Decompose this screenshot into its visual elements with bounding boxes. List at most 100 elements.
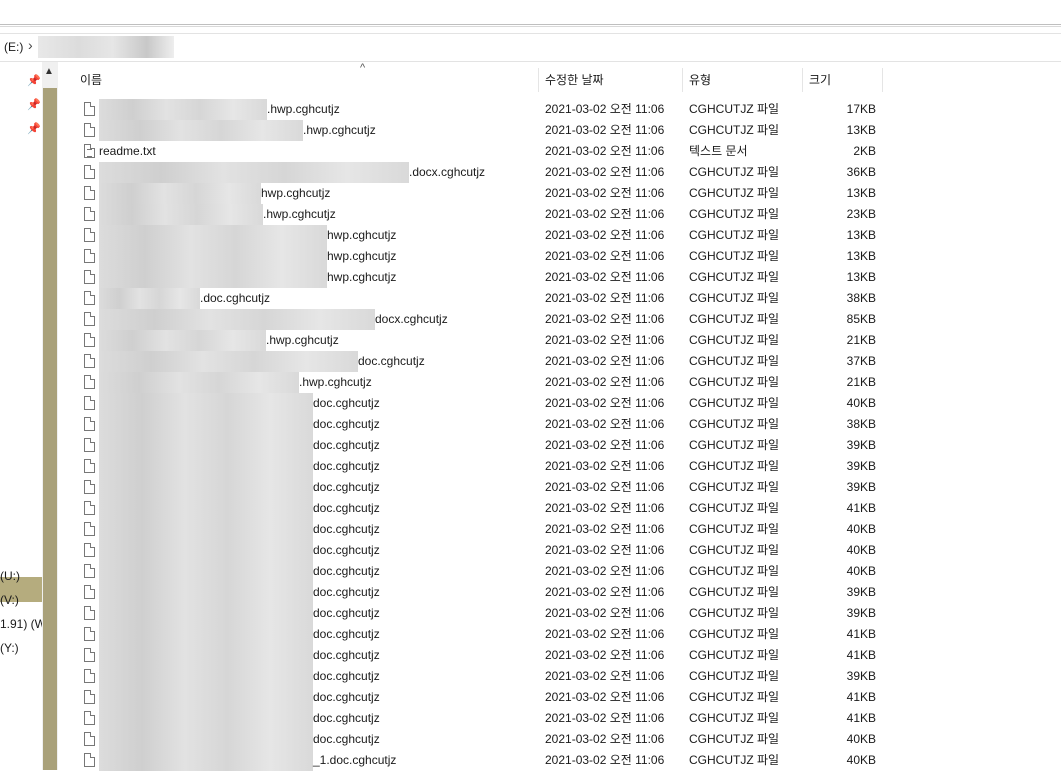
file-name[interactable]: doc.cghcutjz	[313, 645, 380, 666]
file-row[interactable]: doc.cghcutjz 2021-03-02 오전 11:06 CGHCUTJZ …	[0, 498, 1061, 519]
file-row[interactable]: hwp.cghcutjz 2021-03-02 오전 11:06 CGHCUTJZ …	[0, 267, 1061, 288]
file-name[interactable]: .docx.cghcutjz	[409, 162, 485, 183]
file-name[interactable]: docx.cghcutjz	[375, 309, 448, 330]
file-icon	[84, 375, 95, 389]
file-name[interactable]: doc.cghcutjz	[313, 582, 380, 603]
file-modified-date: 2021-03-02 오전 11:06	[545, 417, 665, 431]
file-row[interactable]: _1.doc.cghcutjz 2021-03-02 오전 11:06 CGHCUT…	[0, 750, 1061, 771]
file-modified-date: 2021-03-02 오전 11:06	[545, 249, 665, 263]
sort-ascending-icon: ^	[360, 62, 366, 74]
file-row[interactable]: doc.cghcutjz 2021-03-02 오전 11:06 CGHCUTJZ …	[0, 435, 1061, 456]
file-type: CGHCUTJZ 파일	[689, 228, 780, 242]
column-header-size[interactable]: 크기	[809, 66, 831, 94]
scroll-up-icon[interactable]: ▲	[44, 66, 54, 77]
file-name[interactable]: doc.cghcutjz	[313, 540, 380, 561]
file-name[interactable]: doc.cghcutjz	[313, 729, 380, 750]
file-name[interactable]: doc.cghcutjz	[313, 435, 380, 456]
column-header-type[interactable]: 유형	[689, 66, 711, 94]
file-name[interactable]: .hwp.cghcutjz	[303, 120, 376, 141]
column-header-name[interactable]: 이름	[80, 66, 102, 94]
file-row[interactable]: doc.cghcutjz 2021-03-02 오전 11:06 CGHCUTJZ …	[0, 666, 1061, 687]
file-row[interactable]: doc.cghcutjz 2021-03-02 오전 11:06 CGHCUTJZ …	[0, 477, 1061, 498]
column-divider[interactable]	[682, 68, 683, 92]
file-name[interactable]: .hwp.cghcutjz	[266, 330, 339, 351]
file-name[interactable]: doc.cghcutjz	[313, 498, 380, 519]
file-name[interactable]: doc.cghcutjz	[313, 666, 380, 687]
file-row[interactable]: doc.cghcutjz 2021-03-02 오전 11:06 CGHCUTJZ …	[0, 519, 1061, 540]
column-divider[interactable]	[802, 68, 803, 92]
file-row[interactable]: doc.cghcutjz 2021-03-02 오전 11:06 CGHCUTJZ …	[0, 582, 1061, 603]
file-icon	[84, 711, 95, 725]
text-file-icon	[84, 144, 95, 158]
file-name[interactable]: hwp.cghcutjz	[327, 267, 396, 288]
file-name[interactable]: doc.cghcutjz	[313, 414, 380, 435]
file-name[interactable]: doc.cghcutjz	[358, 351, 425, 372]
file-row[interactable]: doc.cghcutjz 2021-03-02 오전 11:06 CGHCUTJZ …	[0, 393, 1061, 414]
file-name[interactable]: hwp.cghcutjz	[261, 183, 330, 204]
file-name[interactable]: _1.doc.cghcutjz	[313, 750, 396, 771]
file-row[interactable]: doc.cghcutjz 2021-03-02 오전 11:06 CGHCUTJZ …	[0, 708, 1061, 729]
file-row[interactable]: doc.cghcutjz 2021-03-02 오전 11:06 CGHCUTJZ …	[0, 540, 1061, 561]
file-icon	[84, 522, 95, 536]
file-name[interactable]: hwp.cghcutjz	[327, 225, 396, 246]
chevron-right-icon[interactable]: ›	[28, 37, 33, 53]
file-modified-date: 2021-03-02 오전 11:06	[545, 228, 665, 242]
address-drive[interactable]: (E:)	[4, 40, 23, 54]
file-row[interactable]: doc.cghcutjz 2021-03-02 오전 11:06 CGHCUTJZ …	[0, 645, 1061, 666]
file-row[interactable]: .hwp.cghcutjz 2021-03-02 오전 11:06 CGHCUTJZ…	[0, 99, 1061, 120]
file-name[interactable]: doc.cghcutjz	[313, 477, 380, 498]
file-row[interactable]: doc.cghcutjz 2021-03-02 오전 11:06 CGHCUTJZ …	[0, 456, 1061, 477]
column-header-modified[interactable]: 수정한 날짜	[545, 66, 604, 94]
column-divider[interactable]	[538, 68, 539, 92]
file-row[interactable]: .hwp.cghcutjz 2021-03-02 오전 11:06 CGHCUTJZ…	[0, 330, 1061, 351]
file-icon	[84, 333, 95, 347]
file-name[interactable]: readme.txt	[99, 141, 156, 162]
file-row[interactable]: .docx.cghcutjz 2021-03-02 오전 11:06 CGHCUTJ…	[0, 162, 1061, 183]
file-row[interactable]: .doc.cghcutjz 2021-03-02 오전 11:06 CGHCUTJZ…	[0, 288, 1061, 309]
file-row[interactable]: .hwp.cghcutjz 2021-03-02 오전 11:06 CGHCUTJZ…	[0, 204, 1061, 225]
file-name[interactable]: .hwp.cghcutjz	[299, 372, 372, 393]
file-size: 23KB	[846, 207, 876, 221]
file-name[interactable]: doc.cghcutjz	[313, 456, 380, 477]
address-path-redacted	[38, 36, 174, 58]
file-row[interactable]: hwp.cghcutjz 2021-03-02 오전 11:06 CGHCUTJZ …	[0, 246, 1061, 267]
file-icon	[84, 417, 95, 431]
file-type: CGHCUTJZ 파일	[689, 354, 780, 368]
file-row[interactable]: docx.cghcutjz 2021-03-02 오전 11:06 CGHCUTJZ…	[0, 309, 1061, 330]
file-name[interactable]: doc.cghcutjz	[313, 708, 380, 729]
file-row[interactable]: .hwp.cghcutjz 2021-03-02 오전 11:06 CGHCUTJZ…	[0, 372, 1061, 393]
file-size: 38KB	[846, 291, 876, 305]
file-name[interactable]: doc.cghcutjz	[313, 519, 380, 540]
file-row[interactable]: doc.cghcutjz 2021-03-02 오전 11:06 CGHCUTJZ …	[0, 624, 1061, 645]
file-name[interactable]: .doc.cghcutjz	[200, 288, 270, 309]
file-name-redacted	[99, 99, 267, 120]
file-name[interactable]: doc.cghcutjz	[313, 561, 380, 582]
file-row[interactable]: doc.cghcutjz 2021-03-02 오전 11:06 CGHCUTJZ …	[0, 603, 1061, 624]
file-row[interactable]: doc.cghcutjz 2021-03-02 오전 11:06 CGHCUTJZ …	[0, 414, 1061, 435]
file-row[interactable]: hwp.cghcutjz 2021-03-02 오전 11:06 CGHCUTJZ …	[0, 183, 1061, 204]
file-name[interactable]: doc.cghcutjz	[313, 687, 380, 708]
file-name[interactable]: .hwp.cghcutjz	[267, 99, 340, 120]
file-type: CGHCUTJZ 파일	[689, 669, 780, 683]
file-row[interactable]: .hwp.cghcutjz 2021-03-02 오전 11:06 CGHCUTJZ…	[0, 120, 1061, 141]
file-name[interactable]: hwp.cghcutjz	[327, 246, 396, 267]
file-row[interactable]: doc.cghcutjz 2021-03-02 오전 11:06 CGHCUTJZ …	[0, 687, 1061, 708]
file-type: CGHCUTJZ 파일	[689, 501, 780, 515]
file-row[interactable]: doc.cghcutjz 2021-03-02 오전 11:06 CGHCUTJZ …	[0, 561, 1061, 582]
file-name[interactable]: .hwp.cghcutjz	[263, 204, 336, 225]
address-bar[interactable]: (E:) ›	[0, 33, 1061, 62]
file-row[interactable]: readme.txt 2021-03-02 오전 11:06 텍스트 문서 2KB	[0, 141, 1061, 162]
file-name[interactable]: doc.cghcutjz	[313, 603, 380, 624]
pin-icon[interactable]: 📌	[27, 74, 41, 87]
column-divider[interactable]	[882, 68, 883, 92]
file-name[interactable]: doc.cghcutjz	[313, 393, 380, 414]
file-type: CGHCUTJZ 파일	[689, 543, 780, 557]
file-icon	[84, 186, 95, 200]
file-name-redacted	[99, 204, 263, 225]
ribbon-divider	[0, 24, 1061, 25]
file-row[interactable]: hwp.cghcutjz 2021-03-02 오전 11:06 CGHCUTJZ …	[0, 225, 1061, 246]
file-name[interactable]: doc.cghcutjz	[313, 624, 380, 645]
file-icon	[84, 543, 95, 557]
file-row[interactable]: doc.cghcutjz 2021-03-02 오전 11:06 CGHCUTJZ …	[0, 729, 1061, 750]
file-row[interactable]: doc.cghcutjz 2021-03-02 오전 11:06 CGHCUTJZ …	[0, 351, 1061, 372]
